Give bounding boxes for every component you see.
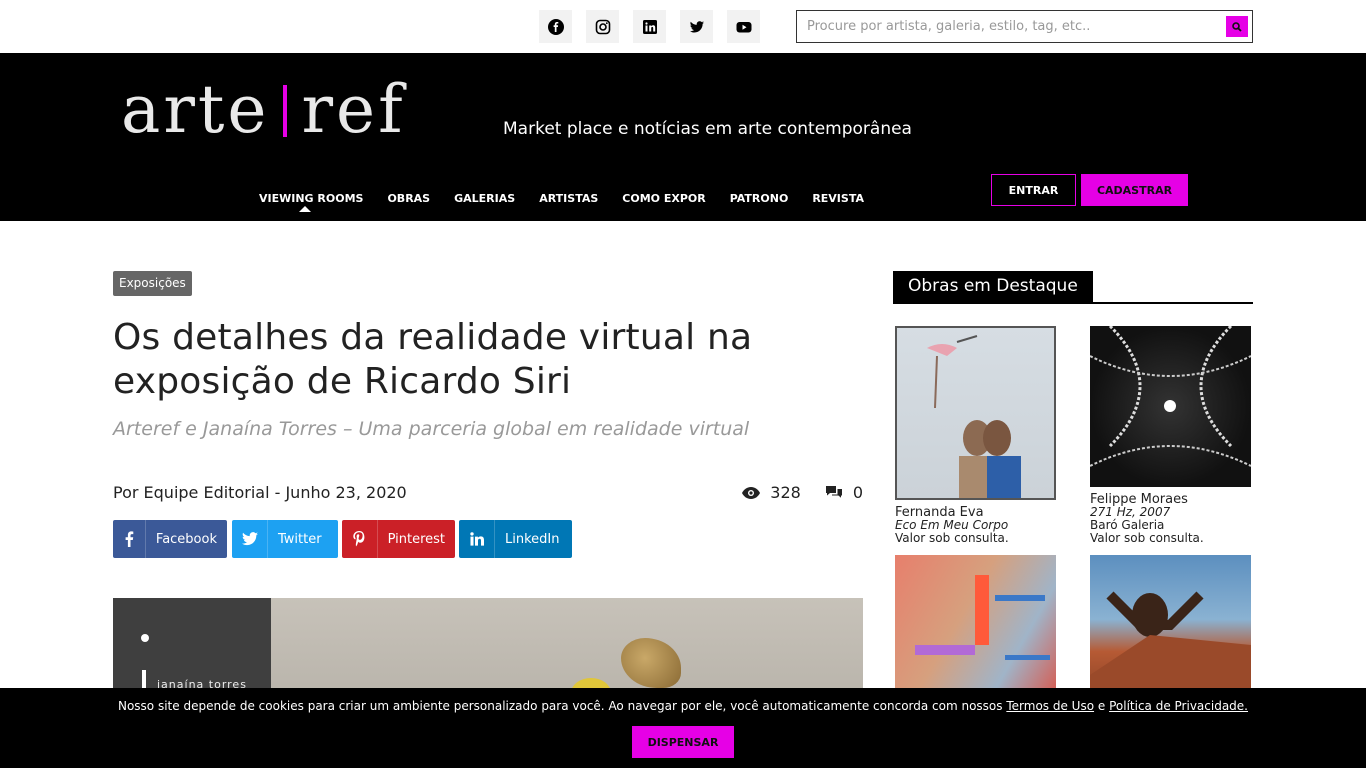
nav-label: GALERIAS	[454, 192, 516, 205]
hero-horn-object	[621, 638, 681, 688]
search-input[interactable]	[797, 11, 1217, 42]
article-subtitle: Arteref e Janaína Torres – Uma parceria …	[113, 418, 750, 440]
nav-galerias[interactable]: GALERIAS	[454, 192, 515, 205]
comments-icon[interactable]	[825, 485, 843, 500]
nav-label: VIEWING ROOMS	[259, 192, 364, 205]
comments-count: 0	[852, 483, 863, 502]
linkedin-icon	[459, 520, 495, 558]
linkedin-icon[interactable]	[633, 10, 666, 43]
twitter-icon	[232, 520, 268, 558]
site-header: arte ref Market place e notícias em arte …	[0, 53, 1366, 221]
dismiss-cookie-button[interactable]: DISPENSAR	[632, 726, 734, 758]
privacy-link[interactable]: Política de Privacidade.	[1109, 699, 1248, 713]
artwork-thumbnail[interactable]	[1090, 326, 1251, 487]
logo-text-left: arte	[121, 70, 270, 148]
facebook-icon	[113, 520, 146, 558]
share-linkedin-button[interactable]: LinkedIn	[459, 520, 572, 558]
cookie-text: Nosso site depende de cookies para criar…	[117, 699, 1003, 713]
nav-label: OBRAS	[387, 192, 431, 205]
share-facebook-button[interactable]: Facebook	[113, 520, 227, 558]
cookie-message: Nosso site depende de cookies para criar…	[0, 699, 1366, 713]
instagram-icon[interactable]	[586, 10, 619, 43]
nav-obras[interactable]: OBRAS	[387, 192, 430, 205]
featured-works-title: Obras em Destaque	[893, 271, 1093, 302]
top-bar	[0, 0, 1366, 53]
work-price: Valor sob consulta.	[895, 531, 1009, 545]
nav-revista[interactable]: REVISTA	[812, 192, 864, 205]
search-box	[796, 10, 1253, 43]
share-label: Twitter	[278, 531, 322, 547]
share-label: LinkedIn	[505, 531, 560, 547]
site-tagline: Market place e notícias em arte contempo…	[503, 119, 912, 139]
eye-icon	[742, 486, 761, 499]
share-twitter-button[interactable]: Twitter	[232, 520, 338, 558]
article-meta: 328 0	[742, 483, 863, 502]
pinterest-icon	[342, 520, 378, 558]
caret-up-icon	[299, 206, 311, 212]
signup-button[interactable]: CADASTRAR	[1081, 174, 1188, 206]
nav-patrono[interactable]: PATRONO	[730, 192, 789, 205]
nav-viewing-rooms[interactable]: VIEWING ROOMS	[259, 192, 364, 212]
article-title: Os detalhes da realidade virtual na expo…	[113, 317, 753, 402]
site-logo[interactable]: arte ref	[121, 69, 406, 149]
nav-label: COMO EXPOR	[622, 192, 706, 205]
share-pinterest-button[interactable]: Pinterest	[342, 520, 455, 558]
artwork-thumbnail[interactable]	[895, 326, 1056, 500]
search-button[interactable]	[1226, 16, 1248, 37]
hero-dot	[141, 634, 149, 642]
youtube-icon[interactable]	[727, 10, 760, 43]
featured-works-header: Obras em Destaque	[893, 271, 1253, 304]
terms-link[interactable]: Termos de Uso	[1006, 699, 1094, 713]
work-price: Valor sob consulta.	[1090, 531, 1204, 545]
main-nav: VIEWING ROOMS OBRAS GALERIAS ARTISTAS CO…	[259, 192, 888, 212]
cookie-banner: Nosso site depende de cookies para criar…	[0, 688, 1366, 768]
nav-label: REVISTA	[812, 192, 864, 205]
cookie-and: e	[1097, 699, 1106, 713]
nav-label: PATRONO	[729, 192, 789, 205]
search-icon	[1232, 21, 1242, 32]
article-byline: Por Equipe Editorial - Junho 23, 2020	[113, 483, 407, 502]
share-label: Facebook	[155, 531, 217, 547]
facebook-icon[interactable]	[539, 10, 572, 43]
featured-work-card[interactable]: Fernanda Eva Eco Em Meu Corpo Valor sob …	[895, 326, 1056, 545]
nav-artistas[interactable]: ARTISTAS	[539, 192, 598, 205]
nav-label: ARTISTAS	[539, 192, 599, 205]
logo-divider	[283, 85, 288, 137]
views-count: 328	[770, 483, 801, 502]
nav-como-expor[interactable]: COMO EXPOR	[622, 192, 705, 205]
featured-work-card[interactable]: Felippe Moraes 271 Hz, 2007 Baró Galeria…	[1090, 326, 1251, 545]
share-label: Pinterest	[387, 531, 445, 547]
category-badge[interactable]: Exposições	[113, 271, 192, 296]
login-button[interactable]: ENTRAR	[991, 174, 1076, 206]
twitter-icon[interactable]	[680, 10, 713, 43]
logo-text-right: ref	[301, 70, 406, 148]
